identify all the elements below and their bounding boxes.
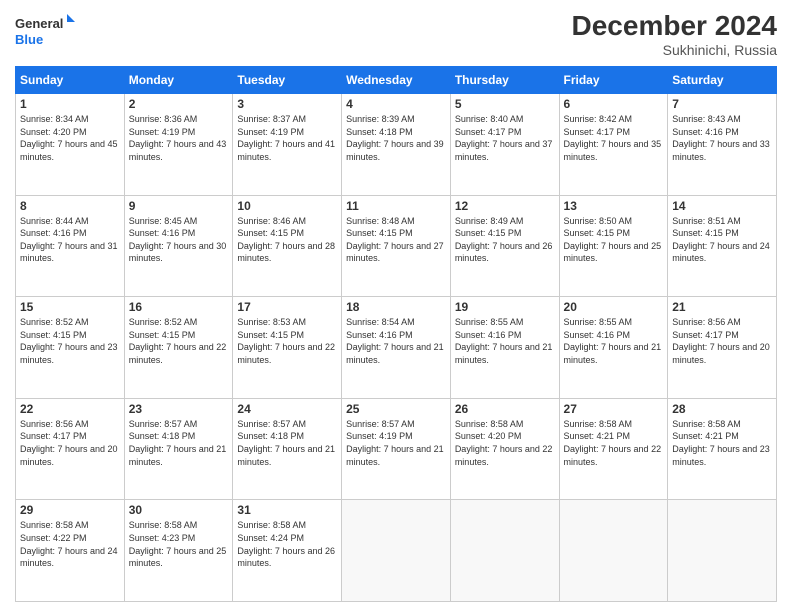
- table-row: [559, 500, 668, 602]
- table-row: 29Sunrise: 8:58 AMSunset: 4:22 PMDayligh…: [16, 500, 125, 602]
- table-row: 17Sunrise: 8:53 AMSunset: 4:15 PMDayligh…: [233, 297, 342, 399]
- title-block: December 2024 Sukhinichi, Russia: [572, 10, 777, 58]
- table-row: 11Sunrise: 8:48 AMSunset: 4:15 PMDayligh…: [342, 195, 451, 297]
- week-row-1: 1Sunrise: 8:34 AMSunset: 4:20 PMDaylight…: [16, 94, 777, 196]
- col-monday: Monday: [124, 67, 233, 94]
- logo-svg: General Blue: [15, 10, 75, 50]
- col-saturday: Saturday: [668, 67, 777, 94]
- table-row: 14Sunrise: 8:51 AMSunset: 4:15 PMDayligh…: [668, 195, 777, 297]
- table-row: 18Sunrise: 8:54 AMSunset: 4:16 PMDayligh…: [342, 297, 451, 399]
- table-row: 24Sunrise: 8:57 AMSunset: 4:18 PMDayligh…: [233, 398, 342, 500]
- svg-text:General: General: [15, 16, 63, 31]
- week-row-5: 29Sunrise: 8:58 AMSunset: 4:22 PMDayligh…: [16, 500, 777, 602]
- table-row: 31Sunrise: 8:58 AMSunset: 4:24 PMDayligh…: [233, 500, 342, 602]
- table-row: [668, 500, 777, 602]
- col-tuesday: Tuesday: [233, 67, 342, 94]
- table-row: 5Sunrise: 8:40 AMSunset: 4:17 PMDaylight…: [450, 94, 559, 196]
- calendar-table: Sunday Monday Tuesday Wednesday Thursday…: [15, 66, 777, 602]
- header: General Blue December 2024 Sukhinichi, R…: [15, 10, 777, 58]
- col-friday: Friday: [559, 67, 668, 94]
- table-row: 23Sunrise: 8:57 AMSunset: 4:18 PMDayligh…: [124, 398, 233, 500]
- svg-text:Blue: Blue: [15, 32, 43, 47]
- week-row-4: 22Sunrise: 8:56 AMSunset: 4:17 PMDayligh…: [16, 398, 777, 500]
- month-title: December 2024: [572, 10, 777, 42]
- table-row: [342, 500, 451, 602]
- table-row: [450, 500, 559, 602]
- table-row: 12Sunrise: 8:49 AMSunset: 4:15 PMDayligh…: [450, 195, 559, 297]
- table-row: 9Sunrise: 8:45 AMSunset: 4:16 PMDaylight…: [124, 195, 233, 297]
- table-row: 21Sunrise: 8:56 AMSunset: 4:17 PMDayligh…: [668, 297, 777, 399]
- location: Sukhinichi, Russia: [572, 42, 777, 58]
- calendar-container: General Blue December 2024 Sukhinichi, R…: [0, 0, 792, 612]
- table-row: 25Sunrise: 8:57 AMSunset: 4:19 PMDayligh…: [342, 398, 451, 500]
- table-row: 30Sunrise: 8:58 AMSunset: 4:23 PMDayligh…: [124, 500, 233, 602]
- col-sunday: Sunday: [16, 67, 125, 94]
- table-row: 7Sunrise: 8:43 AMSunset: 4:16 PMDaylight…: [668, 94, 777, 196]
- table-row: 4Sunrise: 8:39 AMSunset: 4:18 PMDaylight…: [342, 94, 451, 196]
- table-row: 13Sunrise: 8:50 AMSunset: 4:15 PMDayligh…: [559, 195, 668, 297]
- table-row: 28Sunrise: 8:58 AMSunset: 4:21 PMDayligh…: [668, 398, 777, 500]
- table-row: 16Sunrise: 8:52 AMSunset: 4:15 PMDayligh…: [124, 297, 233, 399]
- table-row: 22Sunrise: 8:56 AMSunset: 4:17 PMDayligh…: [16, 398, 125, 500]
- table-row: 27Sunrise: 8:58 AMSunset: 4:21 PMDayligh…: [559, 398, 668, 500]
- week-row-2: 8Sunrise: 8:44 AMSunset: 4:16 PMDaylight…: [16, 195, 777, 297]
- table-row: 26Sunrise: 8:58 AMSunset: 4:20 PMDayligh…: [450, 398, 559, 500]
- table-row: 20Sunrise: 8:55 AMSunset: 4:16 PMDayligh…: [559, 297, 668, 399]
- week-row-3: 15Sunrise: 8:52 AMSunset: 4:15 PMDayligh…: [16, 297, 777, 399]
- table-row: 15Sunrise: 8:52 AMSunset: 4:15 PMDayligh…: [16, 297, 125, 399]
- table-row: 6Sunrise: 8:42 AMSunset: 4:17 PMDaylight…: [559, 94, 668, 196]
- header-row: Sunday Monday Tuesday Wednesday Thursday…: [16, 67, 777, 94]
- logo: General Blue: [15, 10, 75, 50]
- table-row: 19Sunrise: 8:55 AMSunset: 4:16 PMDayligh…: [450, 297, 559, 399]
- table-row: 3Sunrise: 8:37 AMSunset: 4:19 PMDaylight…: [233, 94, 342, 196]
- calendar-body: 1Sunrise: 8:34 AMSunset: 4:20 PMDaylight…: [16, 94, 777, 602]
- col-thursday: Thursday: [450, 67, 559, 94]
- table-row: 2Sunrise: 8:36 AMSunset: 4:19 PMDaylight…: [124, 94, 233, 196]
- table-row: 10Sunrise: 8:46 AMSunset: 4:15 PMDayligh…: [233, 195, 342, 297]
- table-row: 8Sunrise: 8:44 AMSunset: 4:16 PMDaylight…: [16, 195, 125, 297]
- table-row: 1Sunrise: 8:34 AMSunset: 4:20 PMDaylight…: [16, 94, 125, 196]
- col-wednesday: Wednesday: [342, 67, 451, 94]
